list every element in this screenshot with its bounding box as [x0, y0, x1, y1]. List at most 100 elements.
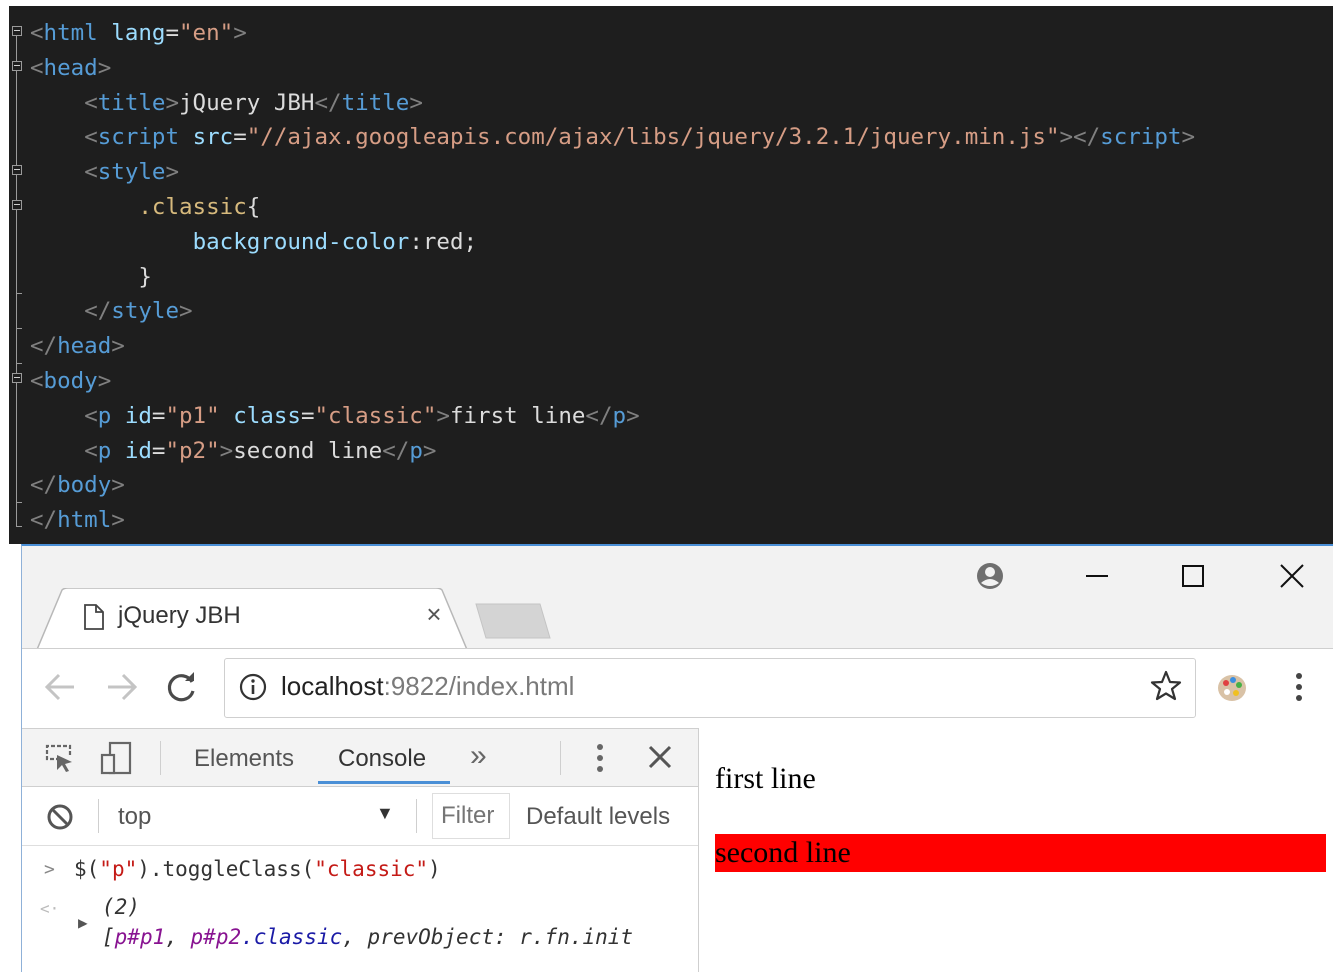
account-icon[interactable]	[970, 558, 1010, 594]
code-token: >	[1181, 124, 1195, 151]
code-token: </	[1073, 124, 1101, 151]
code-token: class	[233, 402, 301, 429]
code-token: >	[165, 159, 180, 186]
code-token: <	[84, 437, 98, 464]
code-token: >	[219, 437, 234, 464]
fold-toggle-body[interactable]	[12, 373, 22, 383]
code-line: .classic{	[30, 190, 260, 224]
code-token: title	[341, 89, 410, 116]
fold-toggle-html[interactable]	[12, 26, 22, 36]
minimize-icon[interactable]	[1077, 558, 1117, 594]
code-token: red	[422, 228, 464, 255]
chevron-down-icon[interactable]: ▼	[376, 803, 394, 824]
console-command[interactable]: $("p").toggleClass("classic")	[74, 857, 441, 881]
console-token: "classic"	[314, 857, 429, 881]
code-token: .classic	[138, 194, 247, 220]
code-token: p	[97, 437, 125, 464]
close-icon[interactable]: ×	[421, 600, 447, 628]
code-token: >	[1059, 124, 1074, 151]
separator	[98, 799, 99, 833]
filter-field[interactable]	[432, 793, 510, 839]
console-token: .classic	[241, 925, 343, 949]
separator	[160, 741, 161, 775]
menu-icon[interactable]	[1294, 671, 1304, 708]
code-token: <	[30, 368, 44, 394]
back-arrow-icon[interactable]	[42, 669, 78, 705]
code-token: =	[165, 20, 180, 46]
device-icon[interactable]	[100, 741, 134, 780]
result-count[interactable]: (2)	[102, 895, 140, 919]
url-path: :9822/index.html	[383, 671, 575, 701]
code-token: p	[612, 402, 627, 429]
info-icon[interactable]	[239, 673, 267, 706]
code-editor[interactable]: <html lang="en"> <head> <title>jQuery JBH…	[9, 6, 1333, 544]
code-token: =	[151, 437, 166, 464]
code-line: </head>	[30, 329, 125, 363]
block-icon[interactable]	[46, 803, 74, 836]
browser-window: jQuery JBH × localhost:9822/index.html E…	[21, 544, 1333, 972]
console-result[interactable]: [p#p1, p#p2.classic, prevObject: r.fn.in…	[102, 925, 633, 949]
console-token: , prevObject: r.fn.init	[342, 925, 634, 949]
extension-icon[interactable]	[1215, 671, 1249, 710]
code-token: id	[124, 402, 152, 429]
code-token: <	[84, 402, 98, 429]
code-token: <	[84, 159, 98, 186]
fold-end-marker	[16, 526, 22, 527]
forward-arrow-icon[interactable]	[104, 669, 140, 705]
fold-toggle-classic[interactable]	[12, 200, 22, 210]
new-tab-button[interactable]	[474, 602, 554, 642]
context-selector[interactable]: top	[118, 803, 151, 831]
code-token: "p1"	[165, 402, 234, 429]
fold-end-marker	[16, 502, 22, 503]
fold-toggle-style[interactable]	[12, 165, 22, 175]
code-token: >	[179, 298, 193, 325]
tab-console[interactable]: Console	[338, 745, 426, 773]
url-text: localhost:9822/index.html	[281, 671, 574, 702]
window-close-icon[interactable]	[1272, 558, 1312, 594]
prompt-icon: >	[44, 859, 55, 880]
code-token: second line	[233, 437, 383, 464]
code-token: <	[30, 20, 44, 46]
title-bar: jQuery JBH ×	[22, 546, 1333, 652]
code-token: </	[382, 437, 410, 464]
console-token: "p"	[99, 857, 138, 881]
close-icon[interactable]	[648, 745, 672, 774]
tab-active[interactable]: jQuery JBH ×	[36, 588, 470, 652]
devtools-panel: Elements Console » top ▼ Default levels	[22, 728, 699, 972]
code-token: src	[192, 124, 234, 151]
code-token: ;	[463, 228, 478, 255]
code-token: "//ajax.googleapis.com/ajax/libs/jquery/…	[246, 124, 1060, 151]
code-token: background-color	[192, 228, 410, 255]
more-icon[interactable]	[596, 743, 604, 778]
code-token: jQuery JBH	[179, 89, 315, 116]
code-token: </	[30, 472, 58, 499]
maximize-icon[interactable]	[1173, 558, 1213, 594]
code-line: }	[30, 260, 152, 294]
code-token: script	[97, 124, 193, 151]
reload-icon[interactable]	[164, 669, 200, 705]
levels-dropdown[interactable]: Default levels	[526, 803, 670, 831]
tab-title: jQuery JBH	[118, 602, 241, 629]
code-token: head	[43, 54, 98, 81]
filter-input[interactable]	[441, 802, 505, 830]
code-token: id	[124, 437, 152, 464]
console-token: p#p2	[190, 925, 242, 949]
code-token: script	[1100, 124, 1182, 151]
code-token: lang	[111, 20, 166, 46]
separator	[560, 741, 561, 775]
expand-icon[interactable]: ▶	[78, 913, 88, 932]
code-token: style	[111, 298, 180, 325]
code-token: first line	[449, 402, 586, 429]
fold-toggle-head[interactable]	[12, 61, 22, 71]
code-line: <head>	[30, 51, 111, 85]
more-tabs-button[interactable]: »	[470, 739, 487, 773]
tab-elements[interactable]: Elements	[194, 745, 294, 773]
inspect-icon[interactable]	[44, 743, 74, 778]
code-line: <style>	[30, 155, 179, 189]
code-token: >	[409, 89, 423, 116]
star-icon[interactable]	[1149, 669, 1183, 708]
address-bar[interactable]: localhost:9822/index.html	[224, 658, 1196, 718]
